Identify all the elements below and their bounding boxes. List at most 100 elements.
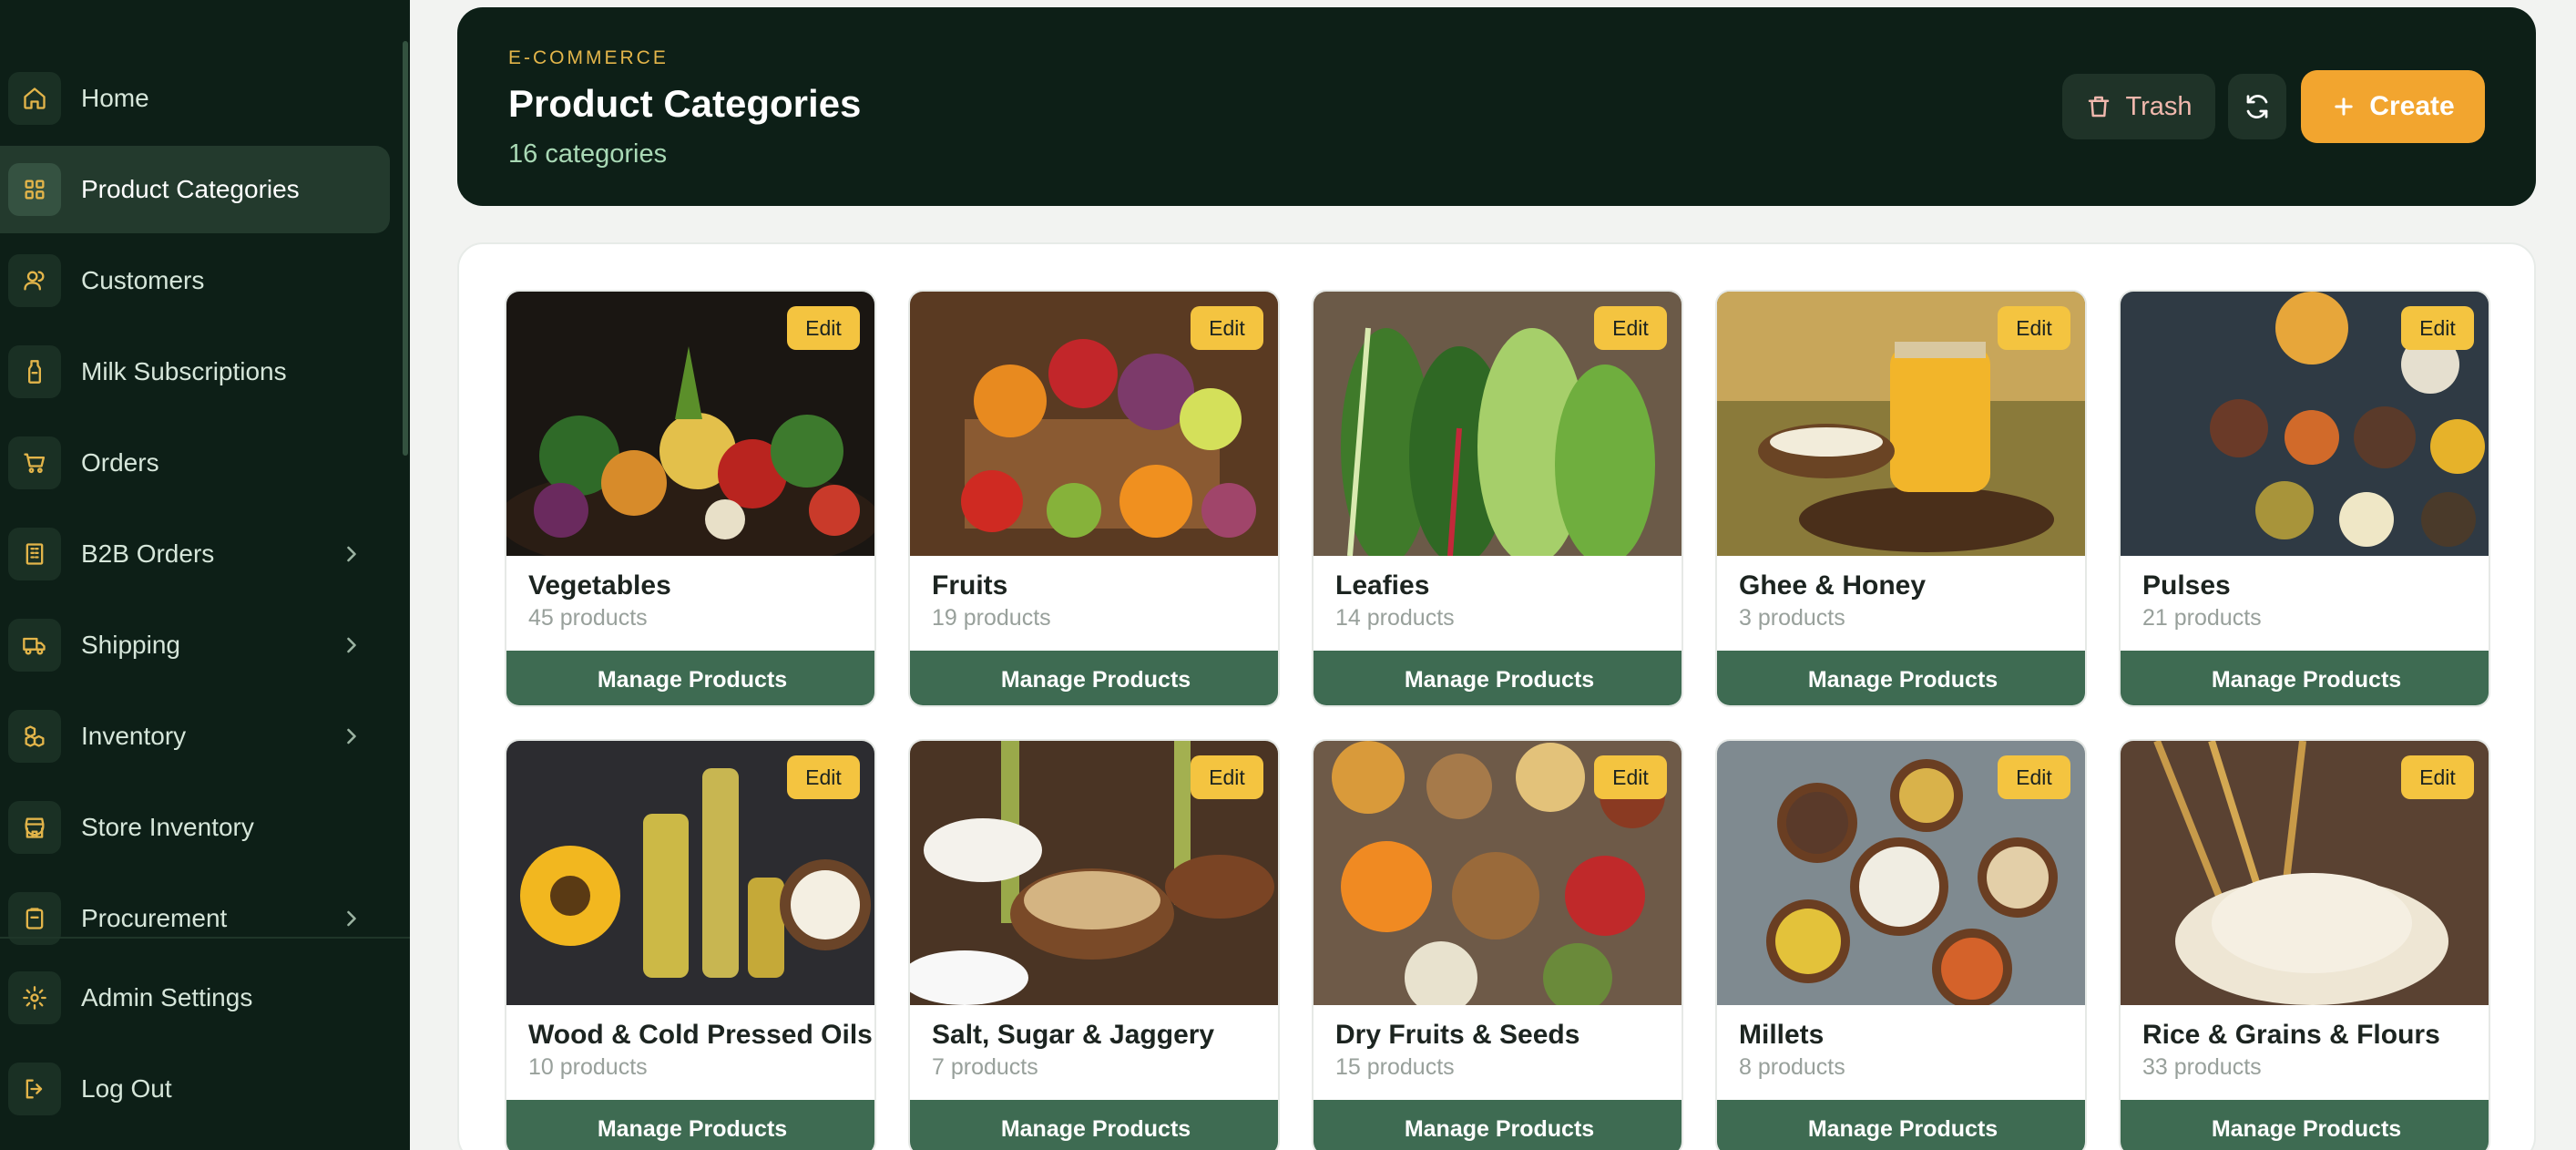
category-card-millets[interactable]: Edit Millets 8 products Manage Products (1715, 739, 2087, 1150)
product-count: 21 products (2142, 605, 2262, 631)
category-name: Pulses (2142, 570, 2231, 601)
edit-button[interactable]: Edit (2401, 306, 2474, 350)
manage-products-button[interactable]: Manage Products (2121, 1100, 2489, 1150)
trash-button[interactable]: Trash (2062, 74, 2215, 139)
page-header: E-COMMERCE Product Categories 16 categor… (457, 7, 2536, 206)
category-count: 16 categories (508, 139, 668, 169)
edit-button[interactable]: Edit (1998, 755, 2070, 799)
sidebar-item-milk-subscriptions[interactable]: Milk Subscriptions (0, 328, 390, 416)
sidebar-item-home[interactable]: Home (0, 55, 390, 142)
sidebar-item-label: Shipping (81, 631, 180, 659)
category-name: Ghee & Honey (1739, 570, 1927, 601)
product-count: 33 products (2142, 1054, 2262, 1080)
sidebar-item-label: Orders (81, 448, 159, 477)
refresh-button[interactable] (2228, 74, 2286, 139)
sidebar-item-label: Procurement (81, 904, 228, 932)
building-icon (8, 528, 61, 580)
truck-icon (8, 619, 61, 672)
edit-button[interactable]: Edit (2401, 755, 2474, 799)
sidebar-item-store-inventory[interactable]: Store Inventory (0, 784, 390, 871)
sidebar-item-orders[interactable]: Orders (0, 419, 390, 507)
sidebar-item-admin-settings[interactable]: Admin Settings (0, 954, 390, 1042)
sidebar-item-label: Store Inventory (81, 813, 254, 841)
trash-icon (2089, 96, 2110, 118)
sidebar-item-label: Admin Settings (81, 983, 253, 1011)
category-grid: Edit Vegetables 45 products Manage Produ… (457, 242, 2536, 1150)
page-title: Product Categories (508, 82, 862, 125)
category-card-leafies[interactable]: Edit Leafies 14 products Manage Products (1312, 290, 1683, 707)
category-card-oils[interactable]: Edit Wood & Cold Pressed Oils 10 product… (505, 739, 876, 1150)
sidebar-item-label: Milk Subscriptions (81, 357, 287, 385)
chevron-right-icon[interactable] (339, 724, 364, 749)
chevron-right-icon[interactable] (339, 541, 364, 567)
edit-button[interactable]: Edit (1594, 755, 1667, 799)
product-count: 14 products (1335, 605, 1455, 631)
category-card-vegetables[interactable]: Edit Vegetables 45 products Manage Produ… (505, 290, 876, 707)
product-count: 45 products (528, 605, 648, 631)
product-count: 8 products (1739, 1054, 1845, 1080)
sidebar: Home Product Categories Customers Milk S… (0, 0, 410, 1150)
users-icon (8, 254, 61, 307)
manage-products-button[interactable]: Manage Products (506, 651, 874, 705)
manage-products-button[interactable]: Manage Products (910, 1100, 1278, 1150)
product-count: 15 products (1335, 1054, 1455, 1080)
home-icon (8, 72, 61, 125)
sidebar-item-procurement[interactable]: Procurement (0, 875, 390, 962)
manage-products-button[interactable]: Manage Products (1717, 651, 2085, 705)
category-name: Millets (1739, 1020, 1825, 1050)
category-name: Salt, Sugar & Jaggery (932, 1020, 1215, 1050)
logout-icon (8, 1063, 61, 1115)
product-count: 3 products (1739, 605, 1845, 631)
category-card-salt-sugar-jaggery[interactable]: Edit Salt, Sugar & Jaggery 7 products Ma… (908, 739, 1280, 1150)
category-card-ghee-honey[interactable]: Edit Ghee & Honey 3 products Manage Prod… (1715, 290, 2087, 707)
edit-button[interactable]: Edit (1191, 306, 1263, 350)
manage-products-button[interactable]: Manage Products (506, 1100, 874, 1150)
sidebar-item-log-out[interactable]: Log Out (0, 1045, 390, 1133)
manage-products-button[interactable]: Manage Products (1717, 1100, 2085, 1150)
category-name: Wood & Cold Pressed Oils (528, 1020, 873, 1050)
boxes-icon (8, 710, 61, 763)
category-name: Fruits (932, 570, 1008, 601)
category-name: Rice & Grains & Flours (2142, 1020, 2440, 1050)
chevron-right-icon[interactable] (339, 906, 364, 931)
edit-button[interactable]: Edit (1998, 306, 2070, 350)
edit-button[interactable]: Edit (1594, 306, 1667, 350)
sidebar-item-label: Log Out (81, 1074, 172, 1103)
category-name: Dry Fruits & Seeds (1335, 1020, 1580, 1050)
sidebar-item-shipping[interactable]: Shipping (0, 601, 390, 689)
category-card-dry-fruits-seeds[interactable]: Edit Dry Fruits & Seeds 15 products Mana… (1312, 739, 1683, 1150)
category-card-pulses[interactable]: Edit Pulses 21 products Manage Products (2119, 290, 2490, 707)
category-name: Leafies (1335, 570, 1430, 601)
sidebar-divider (0, 937, 410, 939)
section-eyebrow: E-COMMERCE (508, 47, 669, 68)
sidebar-item-product-categories[interactable]: Product Categories (0, 146, 390, 233)
sidebar-item-label: Product Categories (81, 175, 300, 203)
refresh-icon (2246, 95, 2268, 118)
sidebar-item-label: Inventory (81, 722, 187, 750)
edit-button[interactable]: Edit (787, 306, 860, 350)
sidebar-item-customers[interactable]: Customers (0, 237, 390, 324)
trash-button-label: Trash (2125, 91, 2193, 121)
category-name: Vegetables (528, 570, 671, 601)
manage-products-button[interactable]: Manage Products (1314, 651, 1682, 705)
manage-products-button[interactable]: Manage Products (2121, 651, 2489, 705)
chevron-right-icon[interactable] (339, 632, 364, 658)
sidebar-item-label: Customers (81, 266, 205, 294)
milk-bottle-icon (8, 345, 61, 398)
manage-products-button[interactable]: Manage Products (910, 651, 1278, 705)
gear-icon (8, 971, 61, 1024)
edit-button[interactable]: Edit (787, 755, 860, 799)
category-card-fruits[interactable]: Edit Fruits 19 products Manage Products (908, 290, 1280, 707)
sidebar-item-b2b-orders[interactable]: B2B Orders (0, 510, 390, 598)
create-button[interactable]: Create (2301, 70, 2485, 143)
sidebar-scrollbar[interactable] (403, 41, 408, 456)
create-button-label: Create (2369, 91, 2455, 121)
manage-products-button[interactable]: Manage Products (1314, 1100, 1682, 1150)
product-count: 19 products (932, 605, 1051, 631)
grid-icon (8, 163, 61, 216)
store-icon (8, 801, 61, 854)
plus-icon (2335, 98, 2353, 116)
sidebar-item-inventory[interactable]: Inventory (0, 693, 390, 780)
category-card-rice-grains-flours[interactable]: Edit Rice & Grains & Flours 33 products … (2119, 739, 2490, 1150)
edit-button[interactable]: Edit (1191, 755, 1263, 799)
